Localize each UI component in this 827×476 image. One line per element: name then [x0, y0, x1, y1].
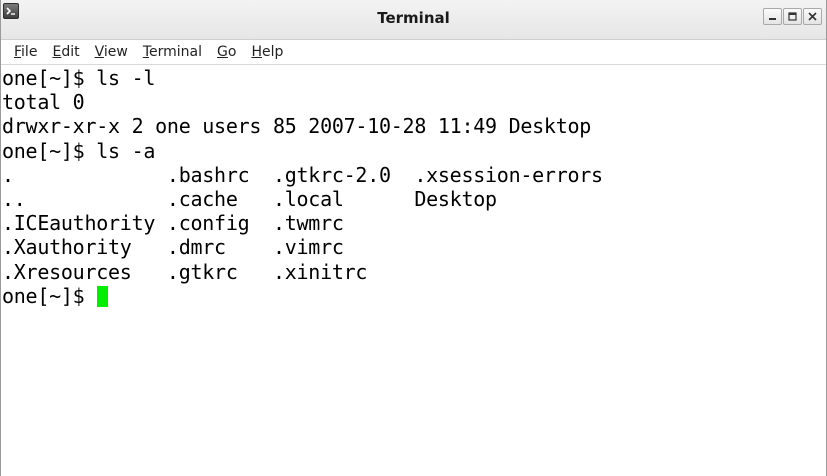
- maximize-button[interactable]: [783, 8, 802, 25]
- terminal-line: .ICEauthority .config .twmrc: [2, 211, 344, 236]
- menu-terminal[interactable]: Terminal: [143, 44, 202, 60]
- menu-bar: File Edit View Terminal Go Help: [1, 40, 298, 64]
- menu-file[interactable]: File: [14, 44, 37, 60]
- terminal-line: .Xresources .gtkrc .xinitrc: [2, 259, 368, 284]
- terminal-line: drwxr-xr-x 2 one users 85 2007-10-28 11:…: [2, 114, 592, 139]
- close-icon: [808, 12, 817, 21]
- window-controls: [763, 8, 822, 25]
- window-title: Terminal: [377, 9, 450, 27]
- terminal-cursor: [97, 285, 109, 307]
- terminal-output[interactable]: one[~]$ ls -l total 0 drwxr-xr-x 2 one u…: [1, 64, 826, 476]
- terminal-line: .Xauthority .dmrc .vimrc: [2, 235, 344, 260]
- menu-help[interactable]: Help: [251, 44, 283, 60]
- menu-edit[interactable]: Edit: [52, 44, 79, 60]
- minimize-icon: [769, 18, 776, 20]
- terminal-line: total 0: [2, 90, 85, 115]
- minimize-button[interactable]: [763, 8, 782, 25]
- terminal-line: . .bashrc .gtkrc-2.0 .xsession-errors: [2, 162, 603, 187]
- prompt-line[interactable]: one[~]$: [2, 284, 826, 308]
- shell-prompt: one[~]$: [2, 283, 97, 308]
- terminal-line: one[~]$ ls -l: [2, 66, 156, 90]
- title-bar[interactable]: Terminal: [1, 0, 826, 40]
- menu-go[interactable]: Go: [217, 44, 236, 60]
- terminal-line: .. .cache .local Desktop: [2, 186, 497, 211]
- close-button[interactable]: [803, 8, 822, 25]
- terminal-line: one[~]$ ls -a: [2, 138, 156, 163]
- terminal-window: Terminal File Edit View Terminal Go Help…: [0, 0, 827, 476]
- menu-view[interactable]: View: [95, 44, 128, 60]
- maximize-icon: [788, 12, 797, 21]
